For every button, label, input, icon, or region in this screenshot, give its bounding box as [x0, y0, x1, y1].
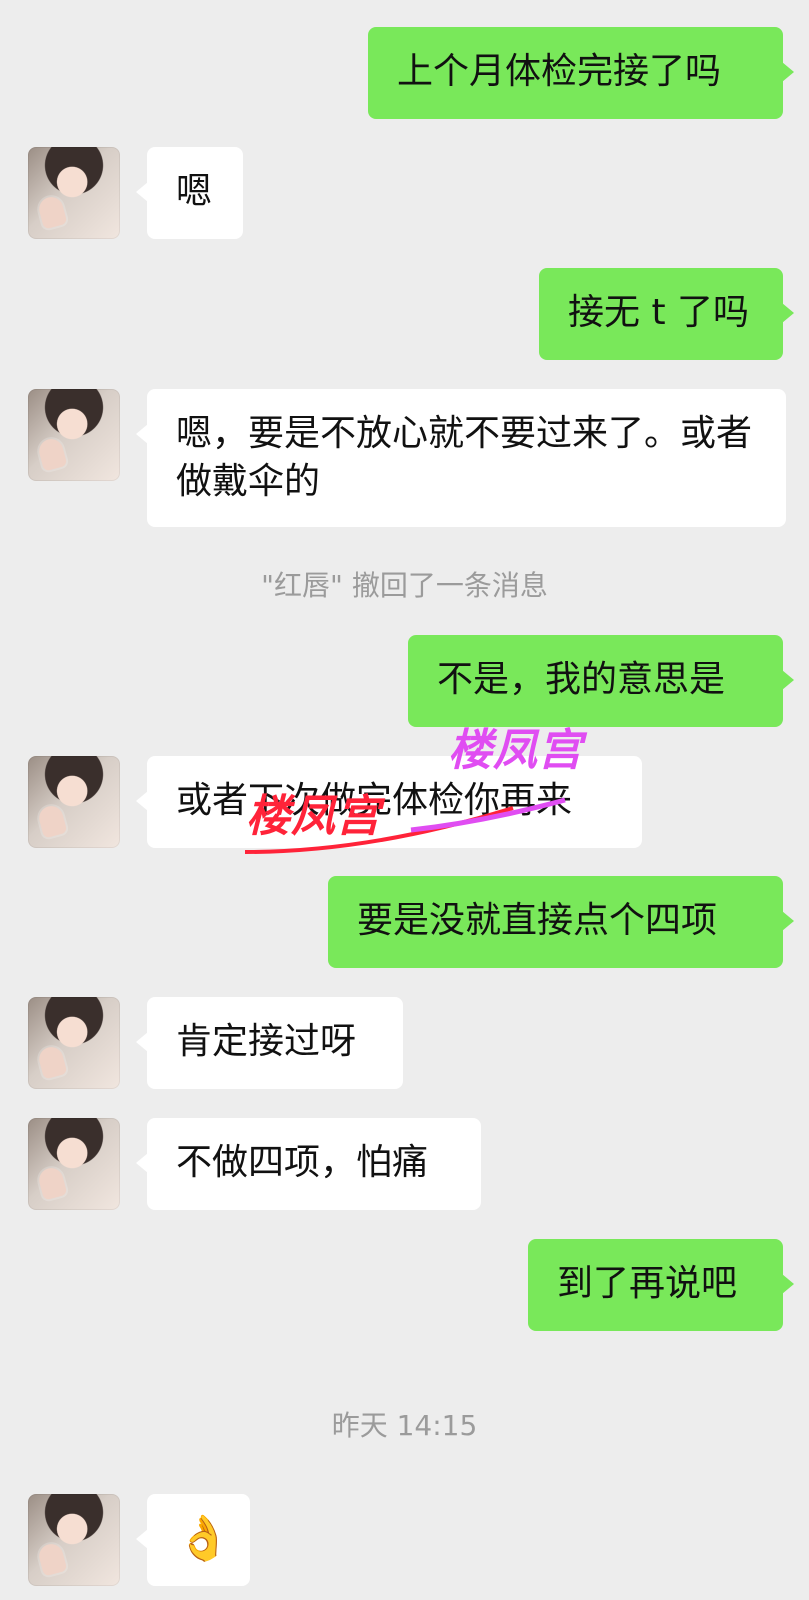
message-bubble-incoming[interactable]: 👌 [136, 1494, 250, 1586]
message-bubble-outgoing[interactable]: 接无 t 了吗 [539, 268, 794, 360]
recall-text: "红唇" 撤回了一条消息 [261, 569, 548, 602]
chat-timestamp: 昨天 14:15 [0, 1404, 809, 1444]
message-bubble-incoming[interactable]: 嗯，要是不放心就不要过来了。或者做戴伞的 [136, 389, 786, 527]
message-text: 嗯，要是不放心就不要过来了。或者做戴伞的 [176, 413, 753, 502]
message-bubble-incoming[interactable]: 肯定接过呀 [136, 997, 403, 1089]
message-text: 到了再说吧 [557, 1263, 738, 1304]
message-text: 不做四项，怕痛 [176, 1142, 429, 1183]
message-text: 接无 t 了吗 [568, 292, 750, 333]
message-bubble-outgoing[interactable]: 上个月体检完接了吗 [368, 27, 794, 119]
recall-notice: "红唇" 撤回了一条消息 [0, 564, 809, 604]
watermark-text: 楼凤宫 [448, 725, 583, 776]
message-text: 嗯 [176, 171, 213, 212]
avatar[interactable] [28, 1118, 120, 1210]
watermark-text: 楼凤宫 [246, 791, 381, 842]
timestamp-text: 昨天 14:15 [331, 1409, 478, 1442]
message-bubble-incoming[interactable]: 嗯 [136, 147, 243, 239]
avatar[interactable] [28, 147, 120, 239]
avatar[interactable] [28, 1494, 120, 1586]
message-bubble-outgoing[interactable]: 到了再说吧 [528, 1239, 794, 1331]
avatar[interactable] [28, 389, 120, 481]
message-text: 不是，我的意思是 [437, 659, 726, 700]
avatar[interactable] [28, 756, 120, 848]
ok-hand-emoji-icon: 👌 [176, 1513, 231, 1564]
message-text: 上个月体检完接了吗 [397, 51, 722, 92]
message-text: 肯定接过呀 [176, 1021, 357, 1062]
avatar[interactable] [28, 997, 120, 1089]
message-bubble-incoming[interactable]: 不做四项，怕痛 [136, 1118, 481, 1210]
message-bubble-outgoing[interactable]: 要是没就直接点个四项 [328, 876, 794, 968]
message-text: 要是没就直接点个四项 [357, 900, 718, 941]
